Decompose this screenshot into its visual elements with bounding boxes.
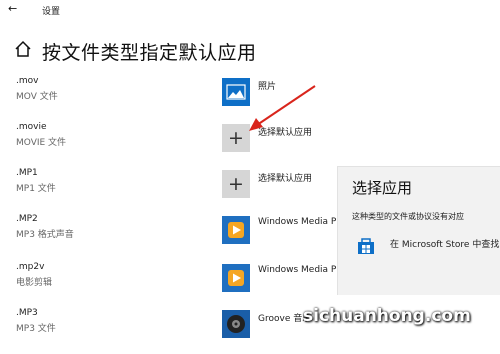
title-bar: ← 设置 <box>0 0 500 20</box>
file-extension: .MP1 <box>16 168 38 178</box>
page-title: 按文件类型指定默认应用 <box>42 42 257 64</box>
choose-default-app-button[interactable]: 选择默认应用 <box>258 171 312 184</box>
default-app-label[interactable]: Windows Media P <box>258 265 336 275</box>
file-type-description: MOV 文件 <box>16 92 58 102</box>
windows-media-player-icon[interactable] <box>222 216 250 244</box>
choose-app-panel: 选择应用 这种类型的文件或协议没有对应 在 Microsoft Store 中查… <box>337 166 500 295</box>
file-type-description: MP3 格式声音 <box>16 230 74 240</box>
file-extension: .mov <box>16 76 39 86</box>
groove-music-icon[interactable] <box>222 310 250 338</box>
file-type-description: 电影剪辑 <box>16 278 53 288</box>
file-type-description: MP3 文件 <box>16 324 56 334</box>
annotation-arrow-icon <box>249 85 316 131</box>
store-option-label[interactable]: 在 Microsoft Store 中查找 <box>390 237 499 250</box>
file-extension: .MP3 <box>16 308 38 318</box>
back-arrow-icon[interactable]: ← <box>8 3 17 15</box>
default-app-label[interactable]: Windows Media P <box>258 217 336 227</box>
plus-icon[interactable]: + <box>222 170 250 198</box>
panel-title: 选择应用 <box>352 179 413 197</box>
file-extension: .mp2v <box>16 262 45 272</box>
home-icon[interactable] <box>14 40 32 58</box>
watermark-text: sichuanhong.com <box>303 306 471 326</box>
microsoft-store-icon[interactable] <box>355 235 377 257</box>
window-title: 设置 <box>42 7 61 17</box>
panel-description: 这种类型的文件或协议没有对应 <box>352 212 464 221</box>
file-type-description: MP1 文件 <box>16 184 56 194</box>
file-type-description: MOVIE 文件 <box>16 138 67 148</box>
file-extension: .movie <box>16 122 47 132</box>
windows-media-player-icon[interactable] <box>222 264 250 292</box>
file-extension: .MP2 <box>16 214 38 224</box>
